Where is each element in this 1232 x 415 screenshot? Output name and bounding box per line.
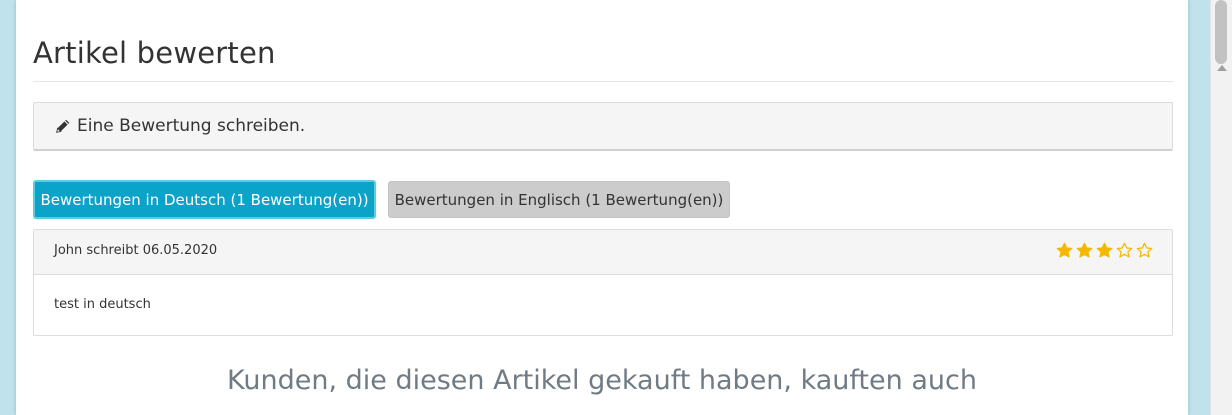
rating-stars xyxy=(1056,242,1153,259)
review-author-date: John schreibt 06.05.2020 xyxy=(54,243,218,258)
also-bought-heading: Kunden, die diesen Artikel gekauft haben… xyxy=(227,365,977,396)
scroll-up-arrow-icon[interactable] xyxy=(1217,65,1227,71)
section-title: Artikel bewerten xyxy=(33,36,276,70)
star-outline-icon xyxy=(1116,242,1133,258)
star-outline-icon xyxy=(1136,242,1153,258)
star-filled-icon xyxy=(1056,242,1073,258)
scrollbar-thumb[interactable] xyxy=(1215,0,1227,64)
review-card: John schreibt 06.05.2020 test in deutsch xyxy=(33,229,1173,336)
vertical-scrollbar[interactable] xyxy=(1210,0,1232,415)
write-review-label: Eine Bewertung schreiben. xyxy=(77,116,306,136)
tab-reviews-english[interactable]: Bewertungen in Englisch (1 Bewertung(en)… xyxy=(388,181,730,218)
star-filled-icon xyxy=(1076,242,1093,258)
pencil-icon xyxy=(56,119,70,133)
star-filled-icon xyxy=(1096,242,1113,258)
page-content: Artikel bewerten Eine Bewertung schreibe… xyxy=(16,0,1188,415)
tab-reviews-german[interactable]: Bewertungen in Deutsch (1 Bewertung(en)) xyxy=(33,180,376,219)
write-review-button[interactable]: Eine Bewertung schreiben. xyxy=(33,102,1173,151)
review-header: John schreibt 06.05.2020 xyxy=(34,230,1172,275)
title-divider xyxy=(33,81,1173,82)
review-text: test in deutsch xyxy=(54,297,151,312)
